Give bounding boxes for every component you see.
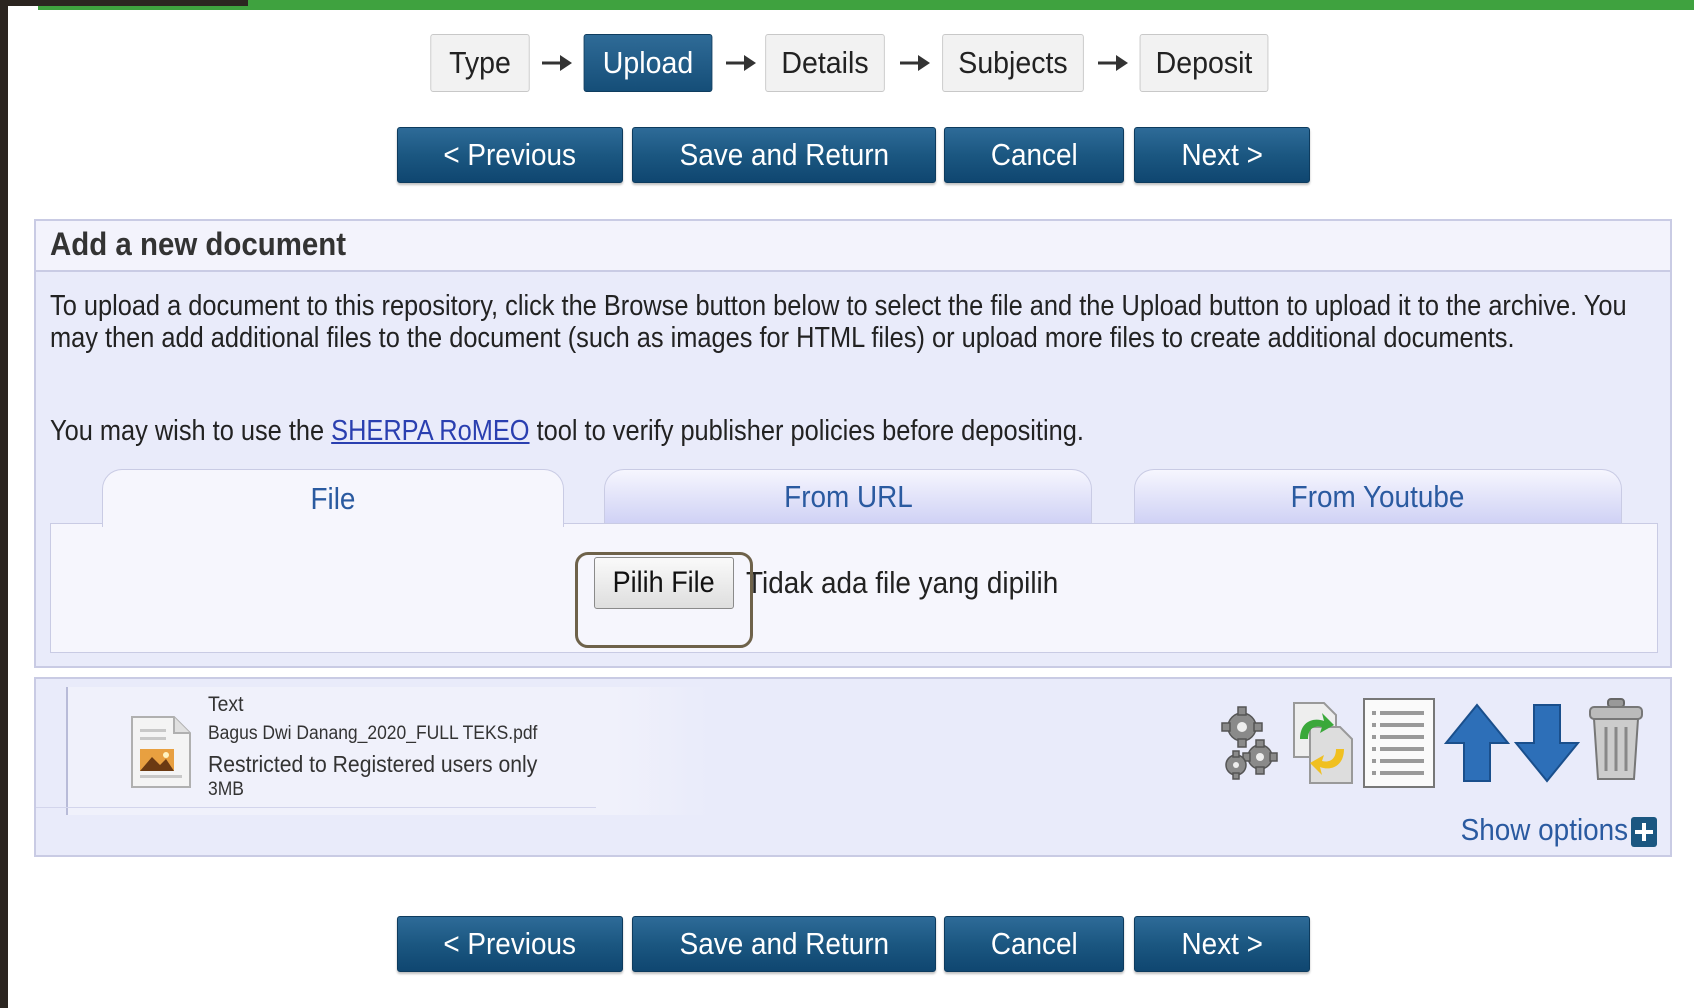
show-options-link[interactable]: Show options <box>1442 812 1628 848</box>
top-bar-dark-corner <box>8 0 248 6</box>
document-size: 3MB <box>208 779 244 800</box>
gears-icon[interactable] <box>1218 701 1282 787</box>
save-and-return-button-bottom[interactable]: Save and Return <box>632 916 936 972</box>
document-row: Text Bagus Dwi Danang_2020_FULL TEKS.pdf… <box>66 687 1670 815</box>
step-details[interactable]: Details <box>765 34 885 92</box>
save-and-return-button[interactable]: Save and Return <box>632 127 936 183</box>
next-button[interactable]: Next > <box>1134 127 1310 183</box>
tab-from-youtube[interactable]: From Youtube <box>1134 469 1622 524</box>
cancel-button-bottom[interactable]: Cancel <box>944 916 1124 972</box>
next-button-bottom[interactable]: Next > <box>1134 916 1310 972</box>
pdf-document-icon[interactable] <box>126 715 196 791</box>
no-file-chosen-text: Tidak ada file yang dipilih <box>746 565 1059 600</box>
arrow-right-icon <box>542 55 572 71</box>
page: Type Upload Details Subjects Deposit < P… <box>8 0 1694 1008</box>
step-deposit[interactable]: Deposit <box>1139 34 1269 92</box>
move-up-icon[interactable] <box>1444 703 1510 783</box>
step-upload[interactable]: Upload <box>583 34 713 92</box>
sherpa-note: You may wish to use the SHERPA RoMEO too… <box>50 415 1084 447</box>
tab-from-url[interactable]: From URL <box>604 469 1092 524</box>
previous-button[interactable]: < Previous <box>397 127 623 183</box>
step-type[interactable]: Type <box>430 34 530 92</box>
arrow-right-icon <box>726 55 756 71</box>
document-panel: Text Bagus Dwi Danang_2020_FULL TEKS.pdf… <box>34 677 1672 857</box>
document-access: Restricted to Registered users only <box>208 751 538 777</box>
arrow-right-icon <box>1098 55 1128 71</box>
panel-title: Add a new document <box>36 221 1670 272</box>
document-type: Text <box>208 693 244 716</box>
upload-instructions: To upload a document to this repository,… <box>50 290 1627 354</box>
trash-icon[interactable] <box>1586 697 1646 783</box>
top-bar <box>38 0 1694 10</box>
sherpa-romeo-link[interactable]: SHERPA RoMEO <box>331 415 529 447</box>
row-divider <box>36 807 596 808</box>
tab-file[interactable]: File <box>102 469 564 527</box>
document-filename[interactable]: Bagus Dwi Danang_2020_FULL TEKS.pdf <box>208 723 566 745</box>
previous-button-bottom[interactable]: < Previous <box>397 916 623 972</box>
move-down-icon[interactable] <box>1514 703 1580 783</box>
convert-icon[interactable] <box>1290 699 1356 787</box>
arrow-right-icon <box>900 55 930 71</box>
cancel-button[interactable]: Cancel <box>944 127 1124 183</box>
step-subjects[interactable]: Subjects <box>942 34 1084 92</box>
highlight-box <box>575 552 753 648</box>
plus-icon[interactable] <box>1630 816 1658 848</box>
list-icon[interactable] <box>1362 697 1436 789</box>
